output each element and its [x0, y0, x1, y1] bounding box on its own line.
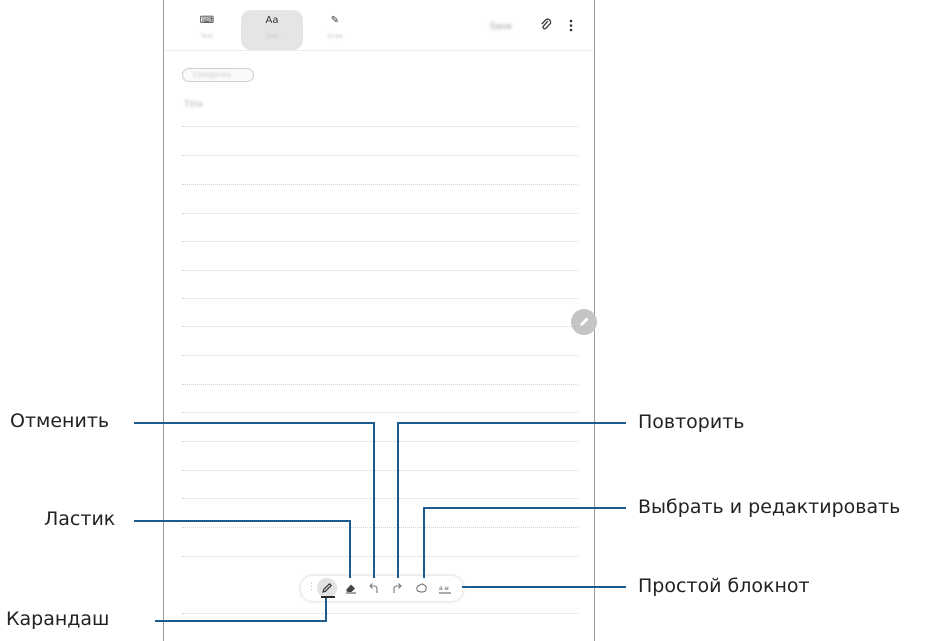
callout-eraser: Ластик	[44, 508, 116, 530]
notes-top-bar: ⌨ Text Aa Text ✎ Draw Save	[164, 0, 594, 51]
undo-button[interactable]	[364, 578, 384, 598]
leader-line-undo	[373, 422, 375, 578]
redo-icon	[393, 583, 402, 593]
active-pen-underline	[321, 596, 335, 598]
pen-settings-button[interactable]	[571, 309, 597, 335]
svg-text:≡: ≡	[444, 585, 449, 592]
selection-tool-button[interactable]	[411, 578, 431, 598]
ruled-line	[182, 527, 578, 528]
leader-line-redo	[397, 422, 626, 424]
tab-handwriting[interactable]: Aa Text	[241, 10, 303, 50]
tab-keyboard[interactable]: ⌨ Text	[176, 10, 238, 50]
save-button[interactable]: Save	[490, 22, 512, 32]
ruled-line	[182, 498, 578, 499]
leader-line-eraser	[349, 520, 351, 578]
more-vert-icon[interactable]	[569, 18, 573, 35]
callout-simple-notebook: Простой блокнот	[638, 575, 810, 597]
ruled-line	[182, 355, 578, 356]
ruled-line	[182, 270, 578, 271]
paperclip-icon[interactable]	[540, 18, 552, 35]
ruled-line	[182, 326, 578, 327]
category-selector[interactable]: Categories	[182, 68, 254, 82]
keyboard-icon: ⌨	[199, 15, 215, 26]
title-field[interactable]: Title	[184, 100, 203, 110]
undo-icon	[369, 583, 378, 593]
ruled-line	[182, 412, 578, 413]
handwriting-icon: Aa	[265, 15, 279, 26]
category-placeholder: Categories	[193, 71, 231, 79]
leader-line-redo	[397, 422, 399, 578]
lasso-icon	[415, 583, 427, 593]
ruled-line	[182, 384, 578, 385]
eraser-tool-button[interactable]	[340, 578, 360, 598]
svg-text:a: a	[439, 585, 443, 592]
pen-icon	[322, 582, 333, 593]
ruled-line	[182, 470, 578, 471]
leader-line-select	[423, 507, 626, 509]
simple-notebook-icon: a ≡	[439, 585, 451, 594]
leader-line-select	[423, 507, 425, 578]
ruled-line	[182, 441, 578, 442]
tab-label: Text	[200, 33, 214, 40]
ruled-line	[182, 126, 578, 127]
callout-select-edit: Выбрать и редактировать	[638, 496, 901, 518]
tablet-screen: ⌨ Text Aa Text ✎ Draw Save Categories Ti…	[163, 0, 597, 641]
drawing-icon: ✎	[330, 15, 340, 26]
redo-button[interactable]	[387, 578, 407, 598]
pen-icon	[580, 317, 589, 326]
callout-redo: Повторить	[638, 411, 745, 433]
ruled-line	[182, 298, 578, 299]
ruled-line	[182, 184, 578, 185]
leader-line-eraser	[134, 520, 350, 522]
leader-line-pencil	[155, 620, 326, 622]
pen-tool-button[interactable]	[317, 578, 337, 598]
ruled-line	[182, 613, 578, 614]
leader-line-simple-notebook	[462, 586, 626, 588]
ruled-line	[182, 241, 578, 242]
tab-drawing[interactable]: ✎ Draw	[304, 10, 366, 50]
drag-handle-icon[interactable]: ⋮	[307, 582, 316, 592]
leader-line-pencil	[325, 598, 327, 622]
eraser-icon	[345, 584, 356, 594]
callout-pencil: Карандаш	[6, 608, 110, 630]
tab-label: Text	[265, 33, 279, 40]
ruled-line	[182, 556, 578, 557]
ruled-line	[182, 213, 578, 214]
callout-undo: Отменить	[10, 410, 110, 432]
simple-notebook-button[interactable]: a ≡	[435, 578, 455, 598]
tab-label: Draw	[327, 33, 343, 40]
leader-line-undo	[134, 422, 374, 424]
ruled-line	[182, 155, 578, 156]
